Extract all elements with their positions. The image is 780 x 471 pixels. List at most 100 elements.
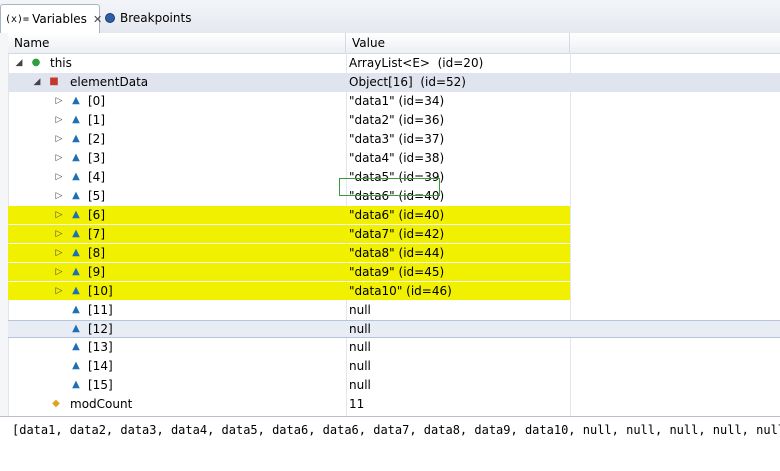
variable-value: null [349, 378, 371, 392]
breakpoint-icon [105, 13, 115, 23]
field-icon: ▲ [72, 133, 80, 144]
variable-value: null [349, 303, 371, 317]
variable-name: [6] [88, 208, 105, 222]
object-icon: ● [31, 57, 41, 68]
column-header-spacer [570, 33, 780, 53]
variable-value: "data4" (id=38) [349, 151, 445, 165]
field-icon: ▲ [72, 304, 80, 315]
variable-value: null [349, 340, 371, 354]
tree-header: Name Value [8, 33, 780, 54]
expand-arrow-icon[interactable]: ▷ [54, 130, 64, 148]
tree-row-element[interactable]: ▲ [14] null [8, 357, 780, 376]
variable-value: "data3" (id=37) [349, 132, 445, 146]
variable-name: elementData [70, 75, 149, 89]
field-icon: ▲ [72, 379, 80, 390]
variable-value: Object[16] (id=52) [349, 75, 466, 89]
field-icon: ▲ [72, 114, 80, 125]
tree-row-element-highlighted[interactable]: ▷ ▲ [9] "data9" (id=45) [8, 263, 780, 282]
field-icon: ▲ [72, 285, 80, 296]
field-icon: ▲ [72, 360, 80, 371]
tree-row-element[interactable]: ▷ ▲ [3] "data4" (id=38) [8, 149, 780, 168]
tree-row-this[interactable]: ◢ ● this ArrayList<E> (id=20) [8, 54, 780, 73]
tree-row-element-highlighted[interactable]: ▷ ▲ [10] "data10" (id=46) [8, 282, 780, 301]
tree-row-element[interactable]: ▲ [13] null [8, 338, 780, 357]
variable-name: [3] [88, 151, 105, 165]
variable-name: [10] [88, 284, 113, 298]
tree-row-element[interactable]: ▷ ▲ [0] "data1" (id=34) [8, 92, 780, 111]
variable-value: "data10" (id=46) [349, 284, 452, 298]
tree-row-element-highlighted[interactable]: ▷ ▲ [8] "data8" (id=44) [8, 244, 780, 263]
variable-name: [0] [88, 94, 105, 108]
field-icon: ▲ [72, 323, 80, 334]
variables-tree: ◢ ● this ArrayList<E> (id=20) ◢ ■ elemen… [8, 54, 780, 433]
variable-value: "data9" (id=45) [349, 265, 445, 279]
variable-value: ArrayList<E> (id=20) [349, 56, 484, 70]
column-header-value[interactable]: Value [346, 33, 570, 53]
field-icon: ▲ [72, 209, 80, 220]
tab-breakpoints-label: Breakpoints [120, 11, 192, 25]
tree-row-element-highlighted[interactable]: ▷ ▲ [7] "data7" (id=42) [8, 225, 780, 244]
variable-value: "data8" (id=44) [349, 246, 445, 260]
expand-arrow-icon[interactable]: ▷ [54, 225, 64, 243]
view-tab-bar: (x)= Variables ✕ Breakpoints [0, 0, 780, 34]
variable-name: [13] [88, 340, 113, 354]
expand-arrow-icon[interactable]: ▷ [54, 187, 64, 205]
variable-name: [1] [88, 113, 105, 127]
field-icon: ▲ [72, 341, 80, 352]
variable-name: [2] [88, 132, 105, 146]
field-icon: ▲ [72, 171, 80, 182]
field-icon: ▲ [72, 190, 80, 201]
field-icon: ▲ [72, 228, 80, 239]
value-focus-outline [339, 178, 440, 196]
expand-arrow-icon[interactable]: ▷ [54, 263, 64, 281]
tree-row-element[interactable]: ▷ ▲ [1] "data2" (id=36) [8, 111, 780, 130]
field-icon: ▲ [72, 247, 80, 258]
expand-arrow-icon[interactable]: ▷ [54, 244, 64, 262]
tab-breakpoints[interactable]: Breakpoints [102, 4, 212, 32]
variable-name: modCount [70, 397, 133, 411]
column-header-name[interactable]: Name [8, 33, 346, 53]
protected-field-icon: ◆ [52, 398, 60, 409]
tab-variables-label: Variables [32, 12, 87, 26]
expand-arrow-icon[interactable]: ▷ [54, 206, 64, 224]
private-field-icon: ■ [49, 76, 59, 87]
variable-name: [9] [88, 265, 105, 279]
variable-value: 11 [349, 397, 365, 411]
variable-name: [7] [88, 227, 105, 241]
collapse-arrow-icon[interactable]: ◢ [32, 73, 42, 91]
detail-text[interactable]: [data1, data2, data3, data4, data5, data… [12, 423, 780, 438]
variable-name: this [50, 56, 72, 70]
expand-arrow-icon[interactable]: ▷ [54, 92, 64, 110]
variable-value: "data6" (id=40) [349, 208, 445, 222]
variable-name: [5] [88, 189, 105, 203]
variable-value: null [349, 359, 371, 373]
expand-arrow-icon[interactable]: ▷ [54, 149, 64, 167]
expand-arrow-icon[interactable]: ▷ [54, 111, 64, 129]
variable-name: [12] [88, 322, 113, 336]
tab-variables[interactable]: (x)= Variables ✕ [0, 4, 102, 33]
collapse-arrow-icon[interactable]: ◢ [14, 54, 24, 72]
variable-value: "data2" (id=36) [349, 113, 445, 127]
variables-icon: (x)= [5, 13, 30, 25]
tree-row-modcount[interactable]: ◆ modCount 11 [8, 395, 780, 414]
tree-row-element-highlighted[interactable]: ▷ ▲ [6] "data6" (id=40) [8, 206, 780, 225]
field-icon: ▲ [72, 266, 80, 277]
field-icon: ▲ [72, 95, 80, 106]
expand-arrow-icon[interactable]: ▷ [54, 282, 64, 300]
tree-row-element[interactable]: ▷ ▲ [2] "data3" (id=37) [8, 130, 780, 149]
variable-value: null [349, 322, 371, 336]
tree-row-element[interactable]: ▲ [11] null [8, 301, 780, 320]
tree-row-element[interactable]: ▲ [15] null [8, 376, 780, 395]
variable-value: "data1" (id=34) [349, 94, 445, 108]
tree-row-element-selected[interactable]: ▲ [12] null [8, 320, 780, 338]
variable-name: [8] [88, 246, 105, 260]
field-icon: ▲ [72, 152, 80, 163]
variable-value: "data7" (id=42) [349, 227, 445, 241]
expand-arrow-icon[interactable]: ▷ [54, 168, 64, 186]
variable-name: [11] [88, 303, 113, 317]
close-icon[interactable]: ✕ [93, 13, 102, 26]
variable-name: [15] [88, 378, 113, 392]
detail-value: [data1, data2, data3, data4, data5, data… [12, 423, 780, 437]
variable-name: [14] [88, 359, 113, 373]
tree-row-elementdata[interactable]: ◢ ■ elementData Object[16] (id=52) [8, 73, 780, 92]
